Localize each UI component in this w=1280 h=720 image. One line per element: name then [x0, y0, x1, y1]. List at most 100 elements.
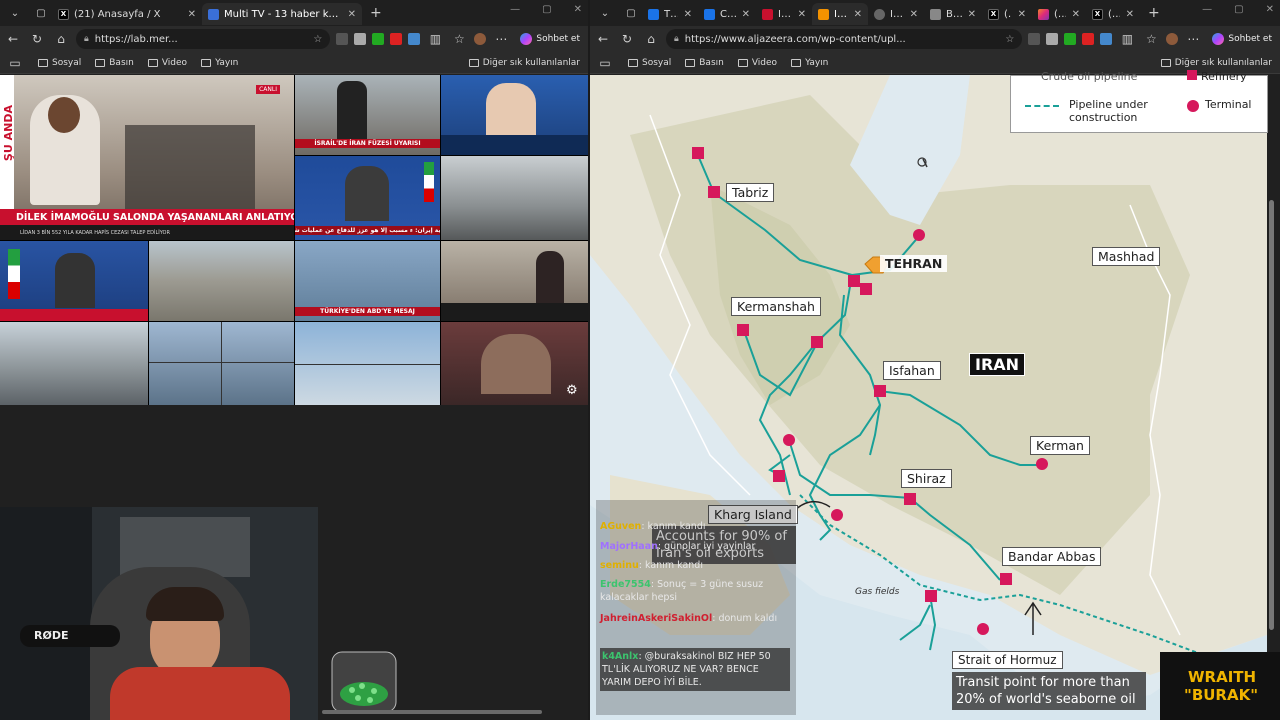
extension-icon[interactable] [1100, 33, 1113, 45]
tab-x-home[interactable]: X (21) Anasayfa / X ✕ [52, 3, 202, 25]
extension-icon[interactable] [372, 33, 385, 45]
close-tab-icon[interactable]: ✕ [188, 9, 196, 20]
favorite-star-icon[interactable]: ☆ [1005, 34, 1014, 45]
tab-actions-menu[interactable]: ⌄ [4, 3, 26, 23]
close-tab-icon[interactable]: ✕ [854, 9, 862, 20]
extension-icon[interactable] [390, 33, 403, 45]
label-kermanshah: Kermanshah [731, 297, 821, 316]
minimize-icon[interactable]: — [510, 4, 520, 15]
more-menu-icon[interactable]: ⋯ [1184, 32, 1202, 46]
bookmark-folder-basin[interactable]: Basın [685, 58, 724, 68]
aerial-city-feed[interactable] [149, 241, 294, 321]
bookmark-folder-sosyal[interactable]: Sosyal [38, 58, 81, 68]
multi-cam-feed[interactable] [149, 322, 294, 405]
close-tab-icon[interactable]: ✕ [910, 9, 918, 20]
tab-can[interactable]: CAN ✕ [698, 3, 756, 25]
other-favorites[interactable]: Diğer sık kullanılanlar [1160, 58, 1272, 68]
profile-avatar[interactable] [1166, 33, 1179, 45]
extension-icon[interactable] [1046, 33, 1059, 45]
close-tab-icon[interactable]: ✕ [798, 9, 806, 20]
close-tab-icon[interactable]: ✕ [684, 9, 692, 20]
other-favorites[interactable]: Diğer sık kullanılanlar [468, 58, 580, 68]
reporter-feed[interactable] [441, 241, 588, 321]
right-toolbar: ← ↻ ⌂ 🔒︎ https://www.aljazeera.com/wp-co… [590, 26, 1280, 52]
close-window-icon[interactable]: ✕ [574, 4, 582, 15]
close-tab-icon[interactable]: ✕ [742, 9, 750, 20]
tab-aljazeera[interactable]: INTE ✕ [812, 3, 868, 25]
bookmark-folder-yayin[interactable]: Yayın [791, 58, 828, 68]
settings-gear-icon[interactable]: ⚙ [566, 383, 578, 398]
back-icon[interactable]: ← [4, 32, 22, 46]
profile-avatar[interactable] [474, 33, 487, 45]
folder-icon [1160, 58, 1171, 67]
new-tab-button[interactable]: + [1140, 5, 1168, 21]
vertical-scrollbar[interactable] [1269, 200, 1274, 630]
tab-img[interactable]: IMG ✕ [868, 3, 924, 25]
close-tab-icon[interactable]: ✕ [968, 9, 976, 20]
main-news-feed[interactable]: ŞU ANDA CANLI DİLEK İMAMOĞLU SALONDA YAŞ… [0, 75, 294, 240]
extension-icon[interactable] [354, 33, 367, 45]
tab-x-8[interactable]: X (8) n ✕ [1086, 3, 1140, 25]
tab-bren[interactable]: Bren ✕ [924, 3, 982, 25]
bookmark-folder-basin[interactable]: Basın [95, 58, 134, 68]
back-icon[interactable]: ← [594, 32, 612, 46]
bookmark-folder-sosyal[interactable]: Sosyal [628, 58, 671, 68]
address-bar[interactable]: 🔒︎ https://lab.mer... ☆ [76, 29, 331, 49]
close-tab-icon[interactable]: ✕ [1072, 9, 1080, 20]
news-feed-2[interactable]: İSRAİL'DE İRAN FÜZESİ UYARISI [295, 75, 440, 155]
workspaces-icon[interactable]: ▢ [620, 3, 642, 23]
close-tab-icon[interactable]: ✕ [1126, 9, 1134, 20]
copilot-button[interactable]: Sohbet et [516, 33, 584, 45]
maximize-icon[interactable]: ▢ [1234, 4, 1243, 15]
split-screen-icon[interactable]: ▥ [426, 32, 444, 46]
extension-icon[interactable] [1028, 33, 1041, 45]
close-tab-icon[interactable]: ✕ [348, 9, 356, 20]
favorites-icon[interactable]: ☆ [450, 32, 468, 46]
bookmark-folder-video[interactable]: Video [737, 58, 777, 68]
jets-feed[interactable]: TÜRKİYE'DEN ABD'YE MESAJ [295, 241, 440, 321]
close-window-icon[interactable]: ✕ [1266, 4, 1274, 15]
label-isfahan: Isfahan [883, 361, 941, 380]
extension-icon[interactable] [1064, 33, 1077, 45]
folder-icon [628, 58, 638, 67]
news-feed-3[interactable] [441, 75, 588, 155]
tab-istanbul[interactable]: İstan ✕ [756, 3, 812, 25]
bookmarks-menu-icon[interactable]: ▭ [596, 56, 614, 70]
home-icon[interactable]: ⌂ [642, 32, 660, 46]
extension-icon[interactable] [408, 33, 421, 45]
news-feed-4[interactable]: خارجية إيران: ء مسبب إلا هو عزز للدفاع ع… [295, 156, 440, 240]
refresh-icon[interactable]: ↻ [618, 32, 636, 46]
maximize-icon[interactable]: ▢ [542, 4, 551, 15]
home-icon[interactable]: ⌂ [52, 32, 70, 46]
minimize-icon[interactable]: — [1202, 4, 1212, 15]
bookmark-folder-video[interactable]: Video [147, 58, 187, 68]
close-tab-icon[interactable]: ✕ [1018, 9, 1026, 20]
city-panorama-feed[interactable] [0, 322, 148, 405]
address-bar[interactable]: 🔒︎ https://www.aljazeera.com/wp-content/… [666, 29, 1023, 49]
crowd-scene [125, 125, 255, 215]
refresh-icon[interactable]: ↻ [28, 32, 46, 46]
extension-icon[interactable] [1082, 33, 1095, 45]
split-screen-icon[interactable]: ▥ [1118, 32, 1136, 46]
copilot-button[interactable]: Sohbet et [1208, 33, 1276, 45]
new-tab-button[interactable]: + [362, 5, 390, 21]
tab-actions-menu[interactable]: ⌄ [594, 3, 616, 23]
horizontal-scrollbar[interactable] [322, 710, 542, 714]
tab-t24[interactable]: T24 ✕ [642, 3, 698, 25]
tab-instagram[interactable]: (9) I ✕ [1032, 3, 1086, 25]
tab-x-12[interactable]: X (12 ✕ [982, 3, 1032, 25]
bookmark-folder-yayin[interactable]: Yayın [201, 58, 238, 68]
tab-multi-tv[interactable]: Multi TV - 13 haber kanalını aynı a ✕ [202, 3, 362, 25]
city-skyline-feed[interactable] [441, 156, 588, 240]
more-menu-icon[interactable]: ⋯ [492, 32, 510, 46]
site-info-icon[interactable]: 🔒︎ [84, 34, 89, 44]
favorite-star-icon[interactable]: ☆ [313, 34, 322, 45]
workspaces-icon[interactable]: ▢ [30, 3, 52, 23]
bookmarks-menu-icon[interactable]: ▭ [6, 56, 24, 70]
news-feed-6[interactable] [0, 241, 148, 321]
sky-multi-feed[interactable] [295, 322, 440, 405]
extension-icon[interactable] [336, 33, 349, 45]
site-info-icon[interactable]: 🔒︎ [674, 34, 679, 44]
favorites-icon[interactable]: ☆ [1142, 32, 1160, 46]
label-mashhad: Mashhad [1092, 247, 1161, 266]
